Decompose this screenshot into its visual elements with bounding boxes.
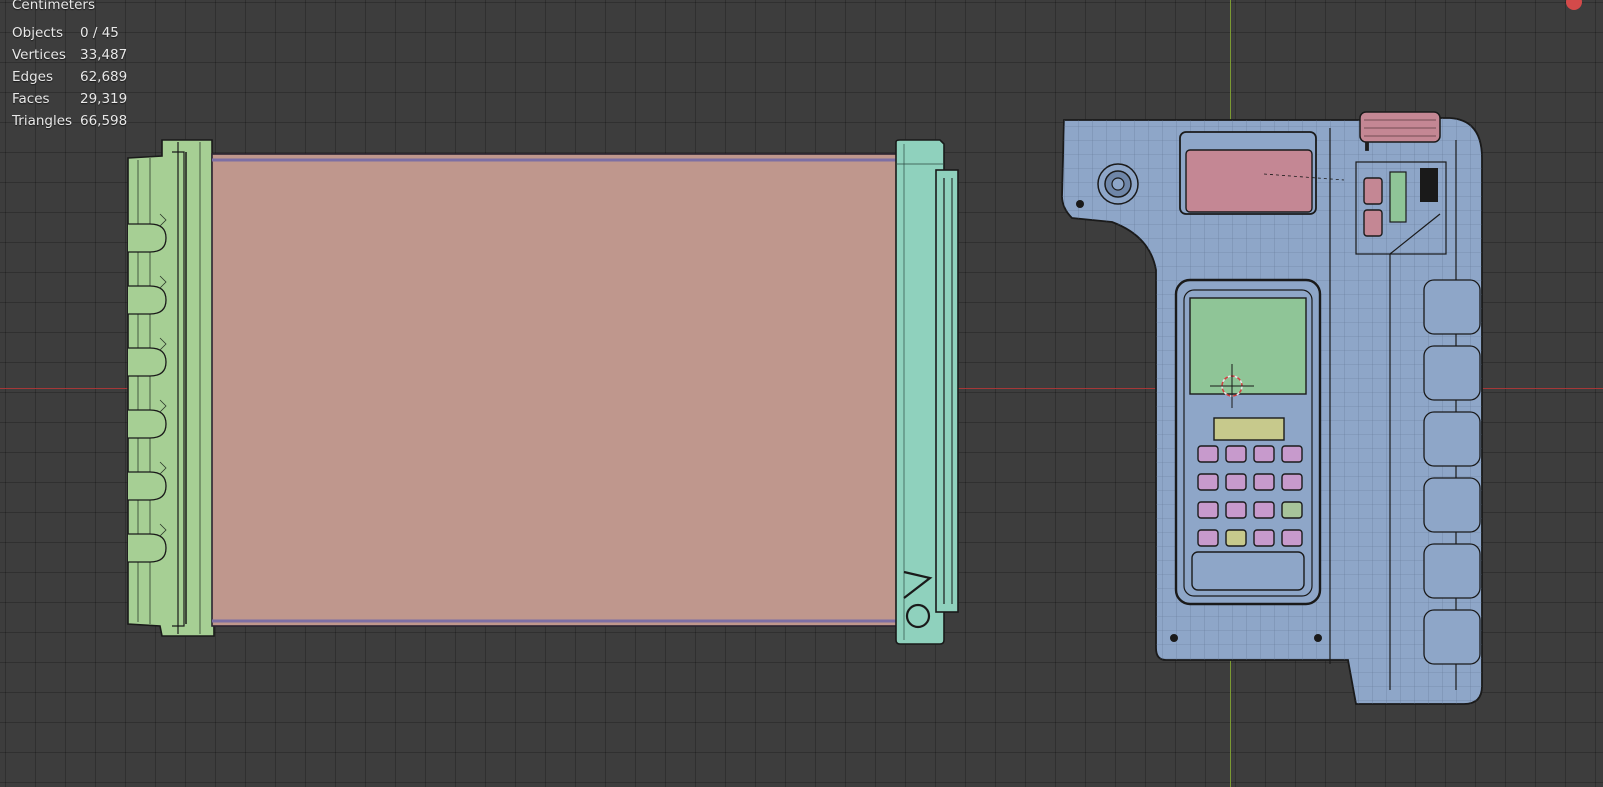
key-1-2 — [1253, 445, 1275, 463]
teal-endcap-part[interactable] — [895, 139, 959, 645]
lcd-screen — [1189, 297, 1307, 408]
flat-panel-part[interactable] — [211, 153, 899, 627]
key-2-2 — [1253, 473, 1275, 491]
key-4-1 — [1225, 529, 1247, 547]
small-display — [1213, 417, 1285, 441]
key-3-2 — [1253, 501, 1275, 519]
key-2-3 — [1281, 473, 1303, 491]
3d-viewport[interactable]: Centimeters Objects 0 / 45 Vertices 33,4… — [0, 0, 1603, 787]
key-1-3 — [1281, 445, 1303, 463]
key-2-0 — [1197, 473, 1219, 491]
key-2-1 — [1225, 473, 1247, 491]
top-red-roller — [1359, 111, 1441, 143]
scene-objects — [127, 111, 1483, 705]
key-1-1 — [1225, 445, 1247, 463]
key-1-0 — [1197, 445, 1219, 463]
key-4-3 — [1281, 529, 1303, 547]
bottom-slot — [1191, 551, 1305, 591]
key-4-2 — [1253, 529, 1275, 547]
key-3-0 — [1197, 501, 1219, 519]
green-grip-part[interactable] — [127, 139, 217, 637]
key-3-1 — [1225, 501, 1247, 519]
key-4-0 — [1197, 529, 1219, 547]
key-3-3 — [1281, 501, 1303, 519]
